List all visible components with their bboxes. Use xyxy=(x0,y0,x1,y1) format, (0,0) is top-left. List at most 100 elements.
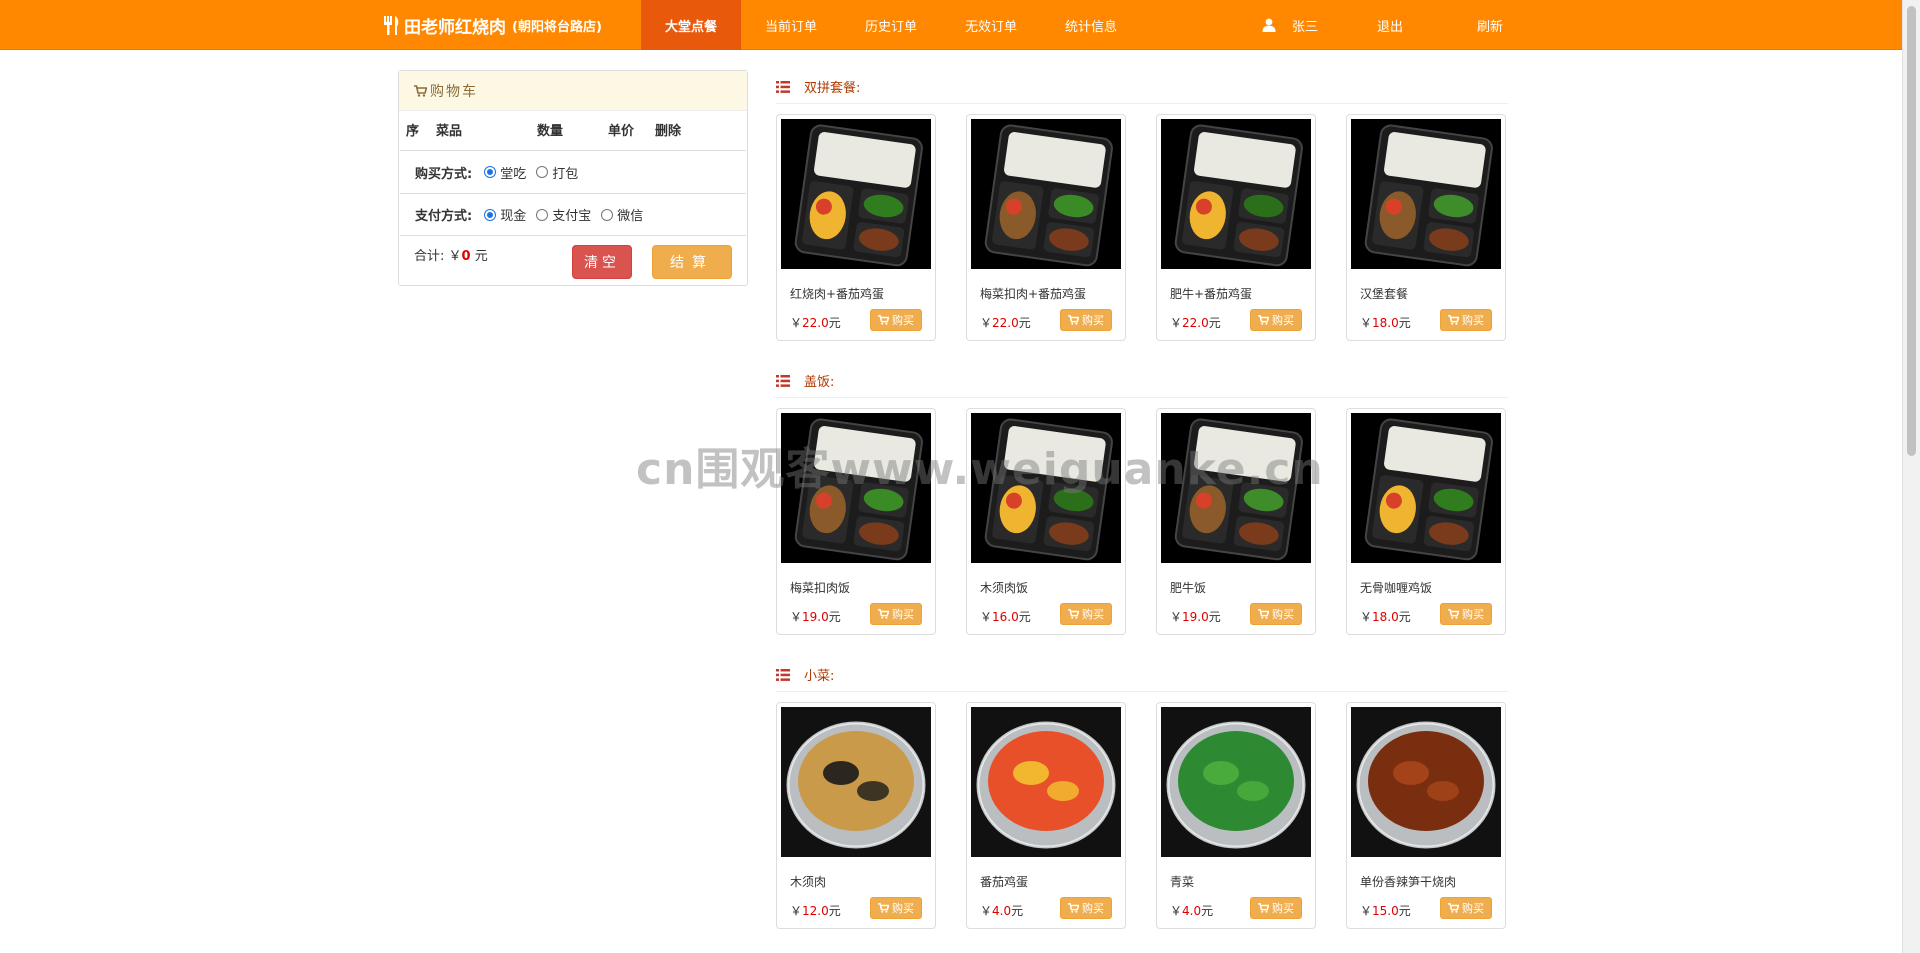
shopping-cart-icon xyxy=(1068,315,1079,325)
dish-name: 梅菜扣肉+番茄鸡蛋 xyxy=(980,287,1087,301)
payment-method-label: 支付方式: xyxy=(415,209,473,224)
user-menu[interactable]: 张三 xyxy=(1240,0,1340,50)
dish-image[interactable] xyxy=(781,707,931,857)
dish-image[interactable] xyxy=(781,119,931,269)
buy-button[interactable]: 购买 xyxy=(870,897,922,919)
nav-current-orders[interactable]: 当前订单 xyxy=(741,0,841,50)
dish-card: 木须肉 ￥12.0元 购买 xyxy=(776,702,936,929)
dish-price: ￥22.0元 xyxy=(790,316,841,330)
buy-button[interactable]: 购买 xyxy=(1440,603,1492,625)
dish-image[interactable] xyxy=(1161,707,1311,857)
radio-wechat[interactable]: 微信 xyxy=(601,205,643,224)
section-title: 小菜: xyxy=(776,658,1508,692)
shopping-cart-icon xyxy=(1068,609,1079,619)
brand-name: 田老师红烧肉 xyxy=(404,17,506,38)
logout-link[interactable]: 退出 xyxy=(1340,0,1440,50)
shopping-cart-icon xyxy=(878,315,889,325)
cart-panel: 购物车 序 菜品 数量 单价 删除 购买方式: 堂吃 打包 支付方式: 现金 支… xyxy=(398,70,748,286)
brand[interactable]: 田老师红烧肉 (朝阳将台路店) xyxy=(382,0,602,50)
dish-price: ￥19.0元 xyxy=(790,610,841,624)
cutlery-icon xyxy=(384,16,399,35)
dish-price: ￥16.0元 xyxy=(980,610,1031,624)
col-index: 序 xyxy=(406,123,420,139)
menu-section: 小菜: 木须肉 ￥12.0元 购买 番茄鸡蛋 ￥4.0元 购买 青菜 ￥4.0元… xyxy=(776,658,1508,932)
refresh-link[interactable]: 刷新 xyxy=(1440,0,1540,50)
dish-image[interactable] xyxy=(1351,413,1501,563)
radio-dine-in[interactable]: 堂吃 xyxy=(484,163,526,182)
dish-price: ￥19.0元 xyxy=(1170,610,1221,624)
col-dish: 菜品 xyxy=(436,123,463,139)
radio-alipay[interactable]: 支付宝 xyxy=(536,205,591,224)
dish-price: ￥12.0元 xyxy=(790,904,841,918)
dish-price: ￥18.0元 xyxy=(1360,610,1411,624)
menu-section: 盖饭: 梅菜扣肉饭 ￥19.0元 购买 木须肉饭 ￥16.0元 购买 肥牛饭 ￥… xyxy=(776,364,1508,638)
checkout-button[interactable]: 结算 xyxy=(652,245,732,279)
buy-button[interactable]: 购买 xyxy=(1250,603,1302,625)
cart-title: 购物车 xyxy=(430,83,478,100)
payment-method-row: 支付方式: 现金 支付宝 微信 xyxy=(400,193,746,236)
shopping-cart-icon xyxy=(1448,315,1459,325)
shopping-cart-icon xyxy=(1258,315,1269,325)
shopping-cart-icon xyxy=(1258,609,1269,619)
buy-button[interactable]: 购买 xyxy=(1060,309,1112,331)
dish-card: 单份香辣笋干烧肉 ￥15.0元 购买 xyxy=(1346,702,1506,929)
scrollbar-thumb[interactable] xyxy=(1907,6,1916,456)
buy-button[interactable]: 购买 xyxy=(1250,897,1302,919)
clear-cart-button[interactable]: 清空 xyxy=(572,245,632,279)
col-delete: 删除 xyxy=(655,123,682,139)
dish-card: 红烧肉+番茄鸡蛋 ￥22.0元 购买 xyxy=(776,114,936,341)
dish-name: 肥牛饭 xyxy=(1170,581,1207,595)
nav-statistics[interactable]: 统计信息 xyxy=(1041,0,1141,50)
nav-invalid-orders[interactable]: 无效订单 xyxy=(941,0,1041,50)
section-title-text: 小菜: xyxy=(804,669,835,684)
menu-section: 双拼套餐: 红烧肉+番茄鸡蛋 ￥22.0元 购买 梅菜扣肉+番茄鸡蛋 ￥22.0… xyxy=(776,70,1508,344)
nav-history-orders[interactable]: 历史订单 xyxy=(841,0,941,50)
user-name: 张三 xyxy=(1291,19,1318,35)
dish-card: 汉堡套餐 ￥18.0元 购买 xyxy=(1346,114,1506,341)
list-icon xyxy=(776,668,790,681)
shopping-cart-icon xyxy=(1068,903,1079,913)
nav-dine-in-ordering[interactable]: 大堂点餐 xyxy=(641,0,741,50)
col-quantity: 数量 xyxy=(537,123,564,139)
main-nav: 大堂点餐 当前订单 历史订单 无效订单 统计信息 xyxy=(641,0,1141,50)
dish-image[interactable] xyxy=(971,119,1121,269)
dish-image[interactable] xyxy=(971,707,1121,857)
cart-header: 购物车 xyxy=(399,71,747,111)
dish-name: 木须肉饭 xyxy=(980,581,1029,595)
purchase-method-row: 购买方式: 堂吃 打包 xyxy=(400,150,746,193)
dish-name: 肥牛+番茄鸡蛋 xyxy=(1170,287,1253,301)
buy-button[interactable]: 购买 xyxy=(1250,309,1302,331)
cart-table-header: 序 菜品 数量 单价 删除 xyxy=(399,111,747,147)
radio-takeaway[interactable]: 打包 xyxy=(536,163,578,182)
dish-image[interactable] xyxy=(1351,119,1501,269)
dish-price: ￥15.0元 xyxy=(1360,904,1411,918)
dish-name: 汉堡套餐 xyxy=(1360,287,1409,301)
dish-price: ￥18.0元 xyxy=(1360,316,1411,330)
shopping-cart-icon xyxy=(878,609,889,619)
dish-name: 木须肉 xyxy=(790,875,827,889)
purchase-method-label: 购买方式: xyxy=(415,166,473,182)
buy-button[interactable]: 购买 xyxy=(1060,897,1112,919)
buy-button[interactable]: 购买 xyxy=(1440,897,1492,919)
dish-name: 单份香辣笋干烧肉 xyxy=(1360,875,1457,889)
radio-cash[interactable]: 现金 xyxy=(484,205,526,224)
dish-price: ￥22.0元 xyxy=(980,316,1031,330)
watermark: cn围观客www.weiguanke.cn xyxy=(636,444,1324,495)
buy-button[interactable]: 购买 xyxy=(1440,309,1492,331)
dish-name: 番茄鸡蛋 xyxy=(980,875,1029,889)
section-title-text: 盖饭: xyxy=(804,375,835,390)
user-nav: 张三 退出 刷新 xyxy=(1240,0,1540,50)
dish-image[interactable] xyxy=(1351,707,1501,857)
cart-total: 合计: ￥0 元 xyxy=(414,249,488,264)
dish-grid: 木须肉 ￥12.0元 购买 番茄鸡蛋 ￥4.0元 购买 青菜 ￥4.0元 购买 … xyxy=(776,702,1508,932)
dish-image[interactable] xyxy=(1161,119,1311,269)
buy-button[interactable]: 购买 xyxy=(870,309,922,331)
buy-button[interactable]: 购买 xyxy=(870,603,922,625)
dish-grid: 红烧肉+番茄鸡蛋 ￥22.0元 购买 梅菜扣肉+番茄鸡蛋 ￥22.0元 购买 肥… xyxy=(776,114,1508,344)
user-icon xyxy=(1262,18,1276,32)
dish-card: 番茄鸡蛋 ￥4.0元 购买 xyxy=(966,702,1126,929)
page-scrollbar[interactable] xyxy=(1902,0,1920,953)
buy-button[interactable]: 购买 xyxy=(1060,603,1112,625)
col-unit-price: 单价 xyxy=(608,123,635,139)
shopping-cart-icon xyxy=(414,84,427,97)
